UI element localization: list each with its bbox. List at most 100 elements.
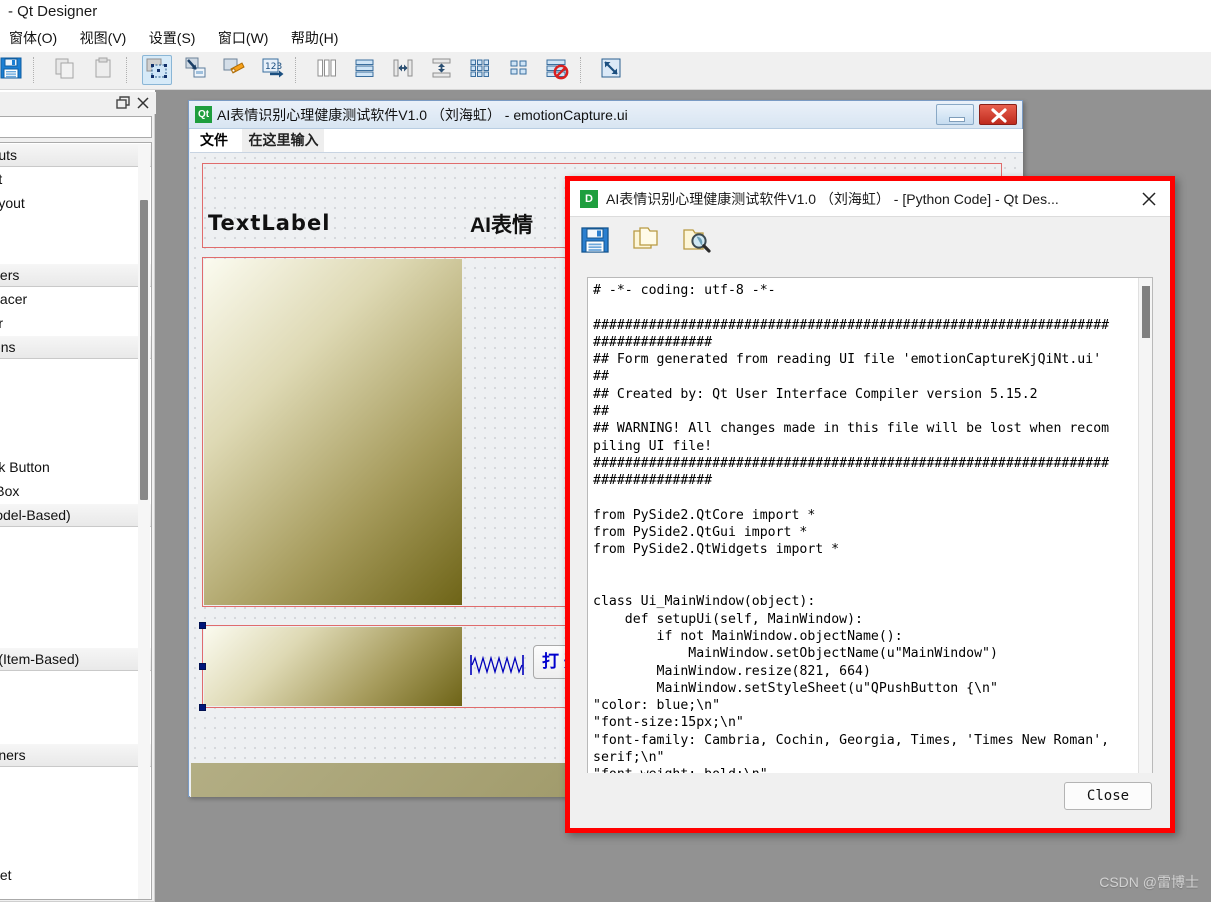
adjust-size-icon[interactable] xyxy=(596,55,626,85)
menu-item-view[interactable]: 视图(V) xyxy=(71,26,136,51)
layout-form-icon[interactable] xyxy=(504,55,534,85)
dialog-toolbar xyxy=(570,217,1170,263)
menu-item-help[interactable]: 帮助(H) xyxy=(282,26,347,51)
list-item[interactable]: tton Box xyxy=(0,479,151,503)
list-item[interactable] xyxy=(0,815,151,839)
form-titlebar[interactable]: Qt AI表情识别心理健康测试软件V1.0 （刘海虹） - emotionCap… xyxy=(189,101,1022,129)
list-item[interactable]: on xyxy=(0,383,151,407)
find-icon[interactable] xyxy=(679,223,713,257)
list-item[interactable]: out xyxy=(0,215,151,239)
main-menubar: 窗体(O) 视图(V) 设置(S) 窗口(W) 帮助(H) xyxy=(0,26,1211,52)
text-label[interactable]: TextLabel xyxy=(208,211,330,235)
list-item[interactable]: al Layout xyxy=(0,191,151,215)
dialog-titlebar[interactable]: D AI表情识别心理健康测试软件V1.0 （刘海虹） - [Python Cod… xyxy=(570,181,1170,217)
widget-group-containers[interactable]: ontainers xyxy=(0,743,151,767)
scrollbar-thumb[interactable] xyxy=(140,200,148,500)
list-item[interactable]: w xyxy=(0,623,151,647)
form-menu-file[interactable]: 文件 xyxy=(194,129,234,152)
widget-group-spacers[interactable]: Spacers xyxy=(0,263,151,287)
code-text[interactable]: # -*- coding: utf-8 -*- ################… xyxy=(593,282,1115,776)
list-item[interactable]: idget xyxy=(0,719,151,743)
app-title: - Qt Designer xyxy=(0,0,1211,24)
form-menu-placeholder[interactable]: 在这里输入 xyxy=(242,129,325,152)
copy-icon[interactable] xyxy=(628,223,662,257)
svg-text:123: 123 xyxy=(265,62,282,72)
widget-group-item-widgets[interactable]: gets (Item-Based) xyxy=(0,647,151,671)
qt-designer-window: - Qt Designer 窗体(O) 视图(V) 设置(S) 窗口(W) 帮助… xyxy=(0,0,1211,902)
layout-horizontally-icon[interactable] xyxy=(312,55,342,85)
code-scrollbar[interactable] xyxy=(1138,278,1152,776)
menu-item-form[interactable]: 窗体(O) xyxy=(0,26,66,51)
list-item[interactable]: w xyxy=(0,551,151,575)
search-input[interactable] xyxy=(0,117,151,137)
paste-icon[interactable] xyxy=(88,55,118,85)
code-editor[interactable]: # -*- coding: utf-8 -*- ################… xyxy=(587,277,1153,777)
toolbar-separator xyxy=(295,57,304,83)
list-item[interactable]: et xyxy=(0,671,151,695)
break-layout-icon[interactable] xyxy=(542,55,572,85)
list-item[interactable]: w xyxy=(0,575,151,599)
list-item[interactable]: tton xyxy=(0,407,151,431)
layout-grid-icon[interactable] xyxy=(465,55,495,85)
edit-buddies-icon[interactable] xyxy=(219,55,249,85)
list-item[interactable]: on xyxy=(0,359,151,383)
lower-display-widget[interactable] xyxy=(204,627,462,706)
widget-box-scrollbar[interactable] xyxy=(138,144,150,899)
float-icon[interactable] xyxy=(114,94,132,112)
resize-handle-middle-left[interactable] xyxy=(199,663,206,670)
save-icon[interactable] xyxy=(0,55,26,85)
list-item[interactable]: out xyxy=(0,239,151,263)
list-item[interactable]: pacer xyxy=(0,311,151,335)
edit-signals-slots-icon[interactable] xyxy=(181,55,211,85)
list-item[interactable]: dget xyxy=(0,695,151,719)
toolbar-separator xyxy=(579,57,589,83)
scrollbar-thumb[interactable] xyxy=(1142,286,1150,338)
resize-handle-bottom-left[interactable] xyxy=(199,704,206,711)
layout-splitter-horizontal-icon[interactable] xyxy=(388,55,418,85)
python-code-dialog[interactable]: D AI表情识别心理健康测试软件V1.0 （刘海虹） - [Python Cod… xyxy=(565,176,1175,833)
list-item[interactable]: Widget xyxy=(0,863,151,887)
toolbar-separator xyxy=(125,57,135,83)
menu-item-settings[interactable]: 设置(S) xyxy=(140,26,205,51)
list-item[interactable]: View xyxy=(0,599,151,623)
toolbar-separator xyxy=(33,57,42,83)
resize-handle-top-left[interactable] xyxy=(199,622,206,629)
list-item[interactable]: x xyxy=(0,431,151,455)
horizontal-spacer[interactable] xyxy=(468,653,526,682)
widget-group-buttons[interactable]: Buttons xyxy=(0,335,151,359)
main-toolbar: 123 xyxy=(0,52,1211,90)
widget-box-dock: Layouts ayout al Layout out out Spacers … xyxy=(0,92,156,902)
video-display-widget[interactable] xyxy=(204,259,462,605)
close-icon[interactable] xyxy=(1138,188,1160,210)
list-item[interactable]: ox xyxy=(0,767,151,791)
list-item[interactable]: get xyxy=(0,839,151,863)
layout-splitter-vertical-icon[interactable] xyxy=(427,55,457,85)
widget-box-search[interactable] xyxy=(0,116,152,138)
close-button[interactable] xyxy=(979,104,1017,125)
form-header-title[interactable]: AI表情 xyxy=(470,209,533,239)
list-item[interactable]: ayout xyxy=(0,167,151,191)
close-icon[interactable] xyxy=(134,94,152,112)
copy-icon[interactable] xyxy=(50,55,80,85)
widget-group-layouts[interactable]: Layouts xyxy=(0,143,151,167)
list-item[interactable]: ea xyxy=(0,791,151,815)
widget-box-list[interactable]: Layouts ayout al Layout out out Spacers … xyxy=(0,142,152,900)
list-item[interactable]: d Link Button xyxy=(0,455,151,479)
form-menubar: 文件 在这里输入 xyxy=(190,129,1023,153)
qt-logo-icon: Qt xyxy=(195,106,212,123)
form-title: AI表情识别心理健康测试软件V1.0 （刘海虹） - emotionCaptur… xyxy=(217,107,628,123)
watermark: CSDN @雷博士 xyxy=(1099,874,1199,890)
close-button[interactable]: Close xyxy=(1064,782,1152,810)
save-icon[interactable] xyxy=(578,223,612,257)
layout-vertically-icon[interactable] xyxy=(350,55,380,85)
dialog-title: AI表情识别心理健康测试软件V1.0 （刘海虹） - [Python Code]… xyxy=(606,191,1059,207)
edit-tab-order-icon[interactable]: 123 xyxy=(258,55,288,85)
list-item[interactable] xyxy=(0,527,151,551)
widget-group-item-views[interactable]: s (Model-Based) xyxy=(0,503,151,527)
menu-item-window[interactable]: 窗口(W) xyxy=(209,26,278,51)
edit-widgets-icon[interactable] xyxy=(142,55,173,85)
list-item[interactable]: al Spacer xyxy=(0,287,151,311)
dialog-footer: Close xyxy=(570,773,1170,828)
minimize-button[interactable] xyxy=(936,104,974,125)
dock-titlebar xyxy=(0,92,156,114)
